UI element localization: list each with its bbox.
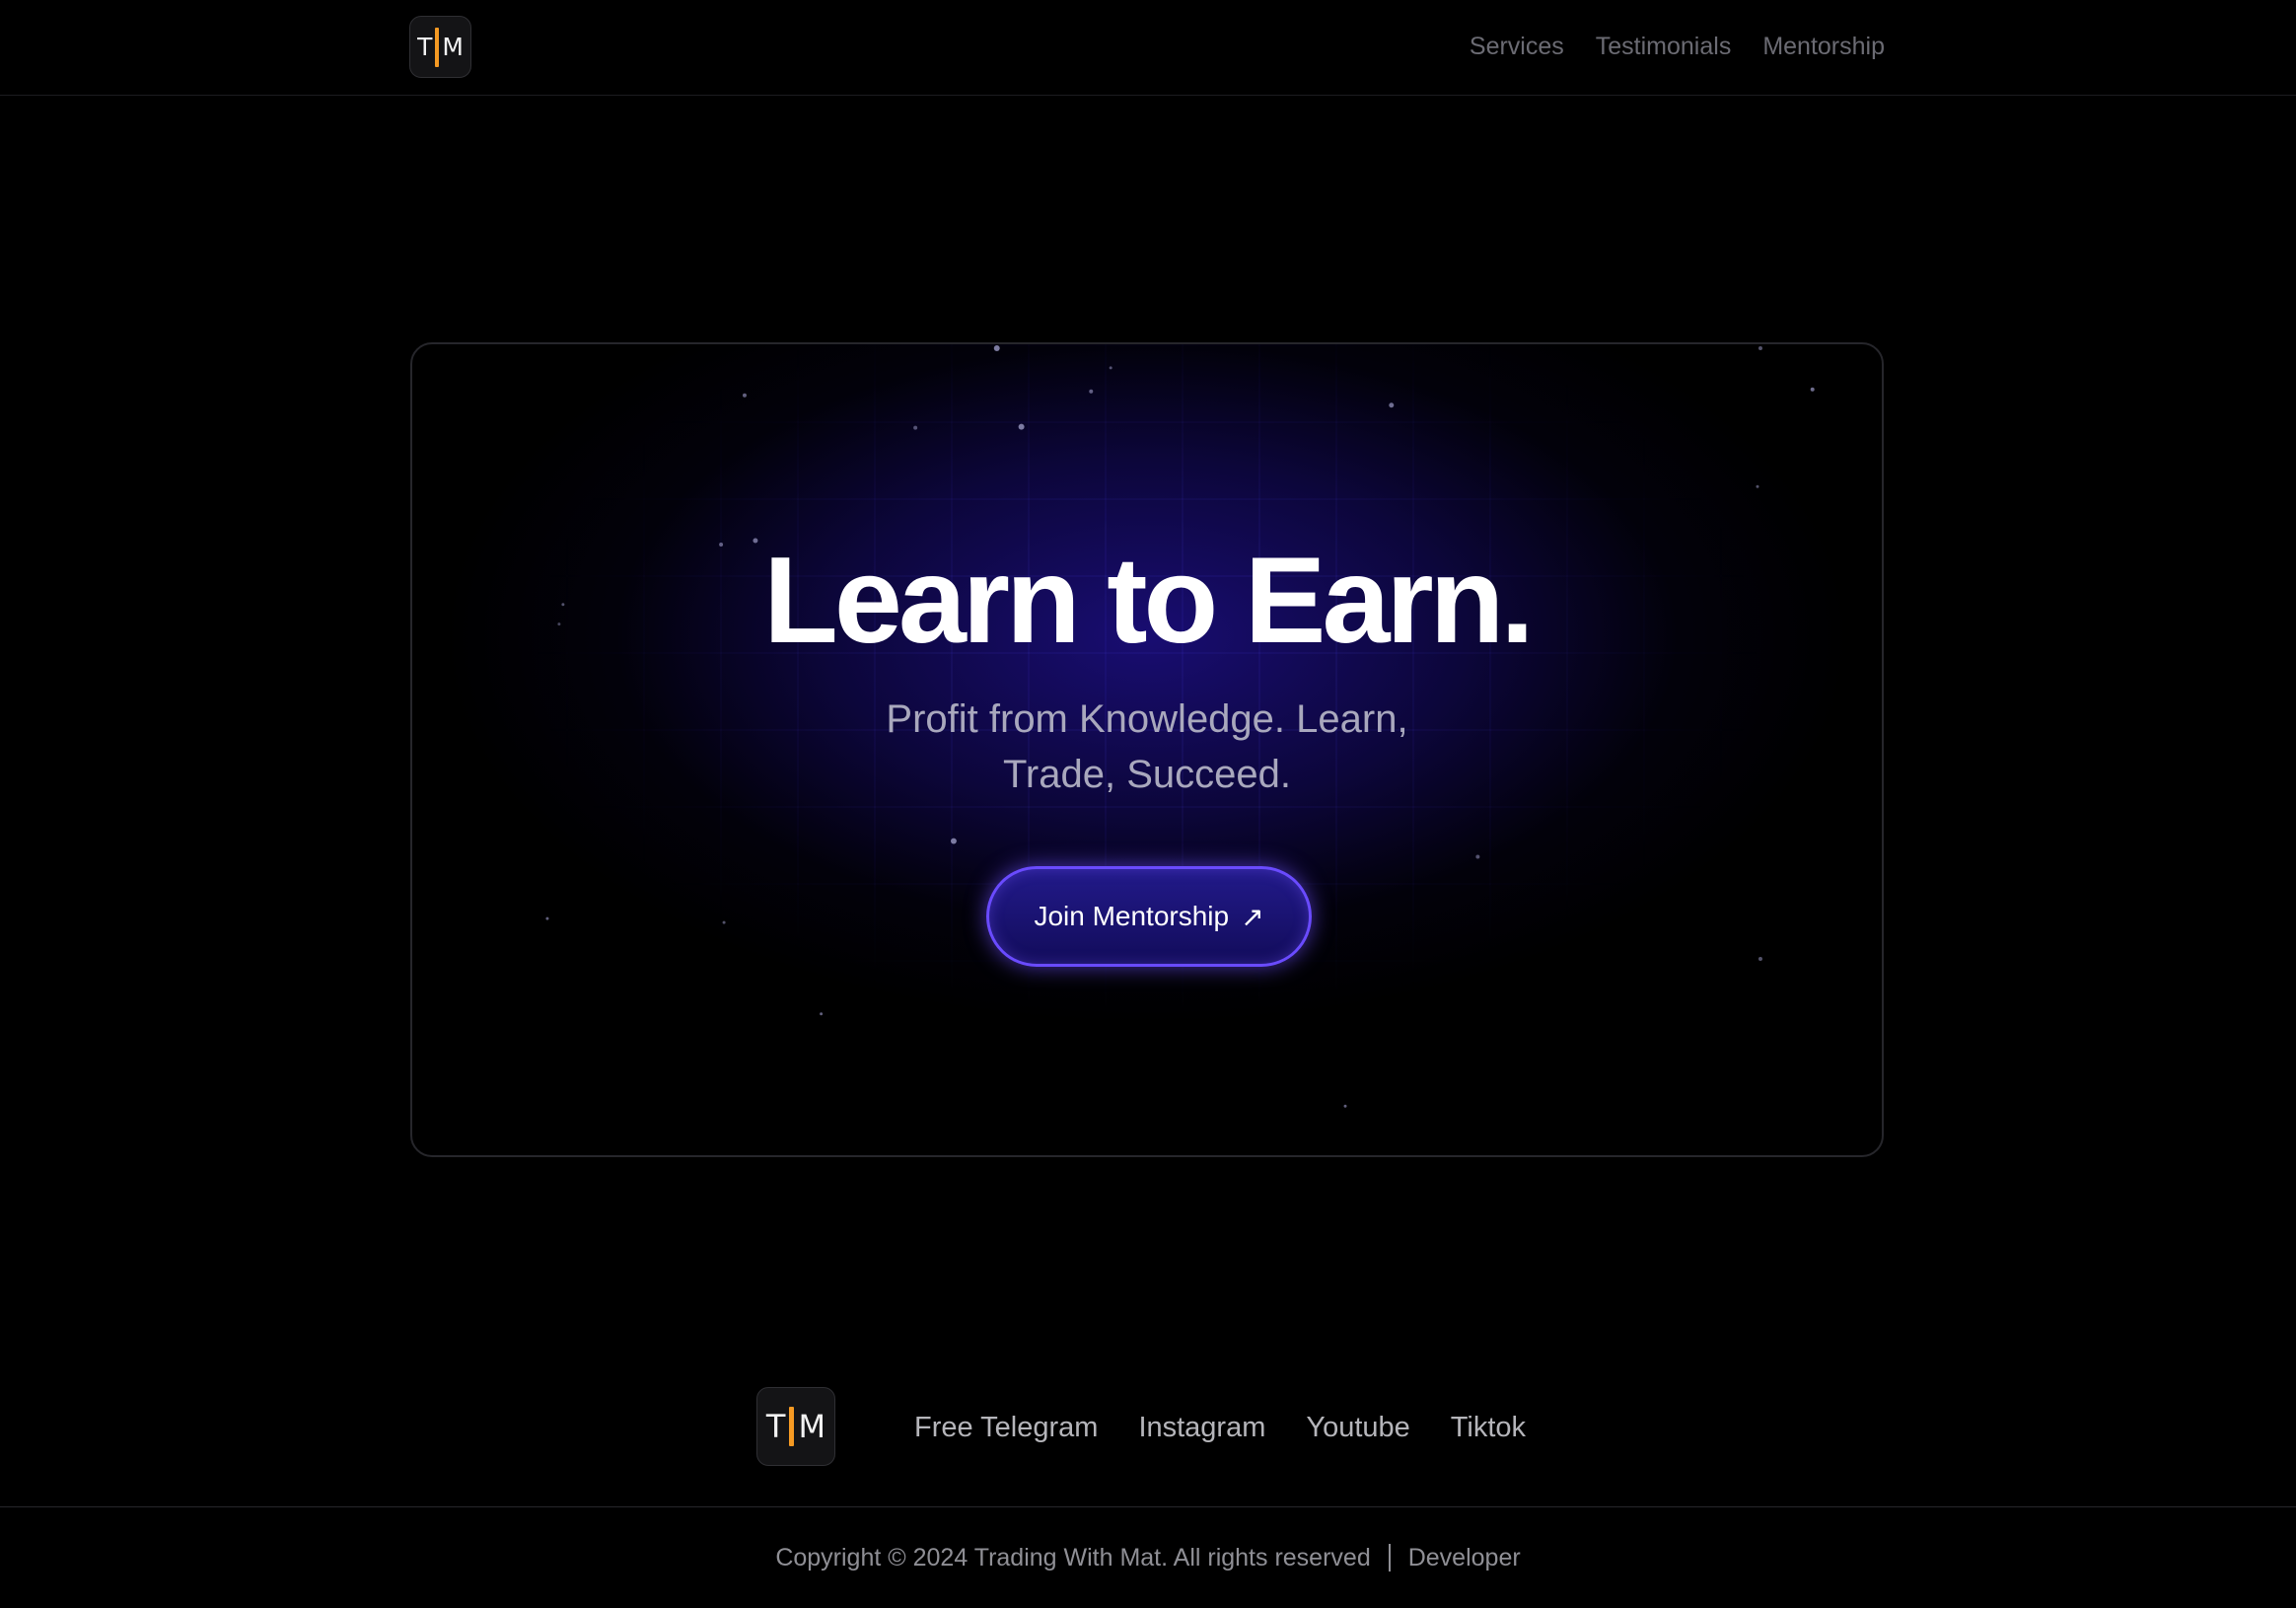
footer-link-free-telegram[interactable]: Free Telegram [914,1408,1098,1447]
hero-subtitle-line-1: Profit from Knowledge. Learn, [886,697,1408,741]
footer-copyright-bar: Copyright © 2024 Trading With Mat. All r… [0,1506,2296,1608]
nav-services[interactable]: Services [1470,30,1564,63]
footer-link-tiktok[interactable]: Tiktok [1451,1408,1526,1447]
footer-logo-letter-t: T [765,1408,786,1445]
footer-link-youtube[interactable]: Youtube [1306,1408,1409,1447]
main-nav: Services Testimonials Mentorship [1470,30,1885,63]
nav-testimonials[interactable]: Testimonials [1596,30,1732,63]
logo[interactable]: T M [409,16,471,78]
developer-link[interactable]: Developer [1408,1544,1521,1572]
hero-title: Learn to Earn. [763,533,1535,669]
footer-link-instagram[interactable]: Instagram [1138,1408,1265,1447]
footer-nav: Free Telegram Instagram Youtube Tiktok [914,1408,1526,1447]
hero-card: Learn to Earn. Profit from Knowledge. Le… [410,342,1884,1157]
footer-logo[interactable]: T M [756,1387,835,1466]
join-mentorship-button[interactable]: Join Mentorship ↗ [986,866,1312,967]
logo-letter-t: T [417,33,433,61]
logo-divider-bar [435,27,440,67]
hero-subtitle-line-2: Trade, Succeed. [1002,753,1291,796]
join-mentorship-label: Join Mentorship [1034,901,1230,931]
site-header: T M Services Testimonials Mentorship [0,0,2296,96]
logo-letter-m: M [442,33,464,61]
copyright-text: Copyright © 2024 Trading With Mat. All r… [775,1543,1371,1571]
arrow-up-right-icon: ↗ [1241,900,1264,933]
footer-logo-divider-bar [789,1407,795,1446]
nav-mentorship[interactable]: Mentorship [1762,30,1885,63]
footer-logo-letter-m: M [798,1408,826,1445]
hero-subtitle: Profit from Knowledge. Learn, Trade, Suc… [412,692,1882,802]
footer-links-bar: T M Free Telegram Instagram Youtube Tikt… [0,1386,2296,1506]
footer-separator [1388,1544,1391,1571]
